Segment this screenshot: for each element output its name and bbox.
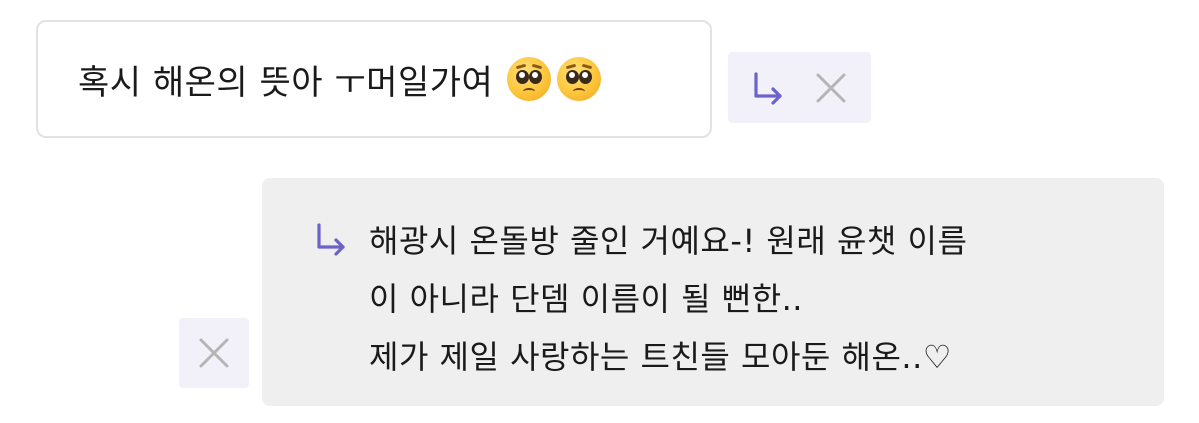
question-row: 혹시 해온의 뜻아 ㅜ머일가여 [78,55,602,104]
question-card: 혹시 해온의 뜻아 ㅜ머일가여 [36,20,712,138]
question-action-box [728,52,871,123]
reply-arrow-icon [311,221,351,257]
answer-text: 해광시 온돌방 줄인 거예요-! 원래 윤챗 이름 이 아니라 단뎀 이름이 될… [369,212,967,386]
answer-card: 해광시 온돌방 줄인 거예요-! 원래 윤챗 이름 이 아니라 단뎀 이름이 될… [262,178,1164,406]
answer-line: 이 아니라 단뎀 이름이 될 뻔한.. [369,280,803,318]
answer-line: 해광시 온돌방 줄인 거예요-! 원래 윤챗 이름 [369,222,968,260]
answer-line: 제가 제일 사랑하는 트친들 모아둔 해온..♡ [369,338,952,376]
question-text: 혹시 해온의 뜻아 ㅜ머일가여 [78,62,494,103]
answer-close-button[interactable] [179,318,249,388]
close-icon[interactable] [814,71,848,105]
pleading-face-emoji [557,57,602,101]
pleading-face-emoji [507,57,552,101]
reply-arrow-icon[interactable] [748,70,788,106]
close-icon [199,338,229,368]
